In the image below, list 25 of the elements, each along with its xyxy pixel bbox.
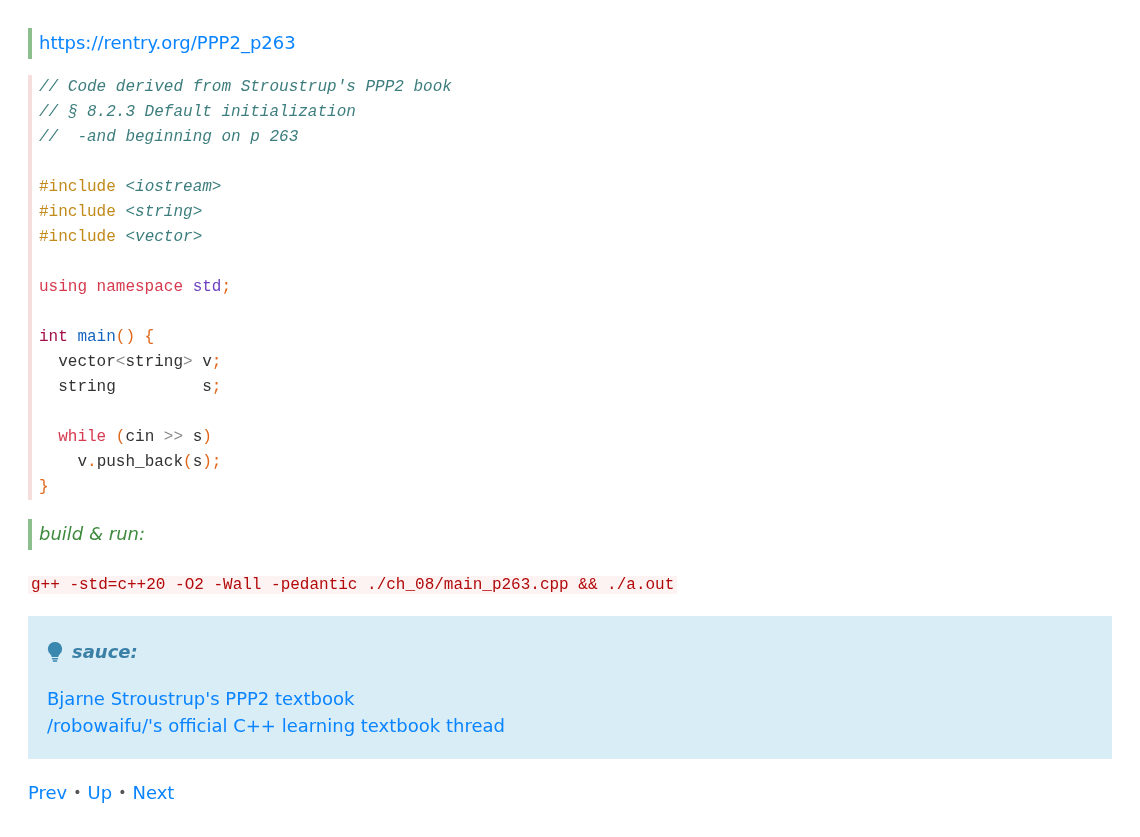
lightbulb-icon: [47, 641, 63, 662]
source-link[interactable]: https://rentry.org/PPP2_p263: [39, 32, 296, 53]
separator-dot: •: [73, 783, 82, 802]
code-line: int main() {: [39, 327, 155, 348]
code-line: #include <string>: [39, 202, 203, 223]
separator-dot: •: [118, 783, 127, 802]
build-command: g++ -std=c++20 -O2 -Wall -pedantic ./ch_08/main_p263.cpp && ./a.out: [28, 576, 678, 594]
nav-link[interactable]: Prev: [28, 779, 68, 806]
code-line: vector<string> v;: [57, 352, 222, 373]
code-line: string s;: [57, 377, 222, 398]
code-line: #include <iostream>: [39, 177, 222, 198]
code-line: // § 8.2.3 Default initialization: [39, 102, 356, 123]
code-line: // Code derived from Stroustrup's PPP2 book: [39, 77, 452, 98]
note-link[interactable]: Bjarne Stroustrup's PPP2 textbook: [47, 688, 355, 709]
code-line: while (cin >> s): [57, 427, 212, 448]
code-line: v.push_back(s);: [76, 452, 222, 473]
note-link[interactable]: /robowaifu/'s official C++ learning textbook thread: [47, 715, 505, 736]
nav-link[interactable]: Up: [87, 779, 113, 806]
nav-link[interactable]: Next: [132, 779, 175, 806]
build-label: build & run:: [39, 523, 146, 544]
code-line: using namespace std;: [39, 277, 232, 298]
code-line: }: [39, 477, 49, 498]
code-line: #include <vector>: [39, 227, 203, 248]
code-line: // -and beginning on p 263: [39, 127, 299, 148]
note-title: sauce:: [72, 640, 138, 664]
